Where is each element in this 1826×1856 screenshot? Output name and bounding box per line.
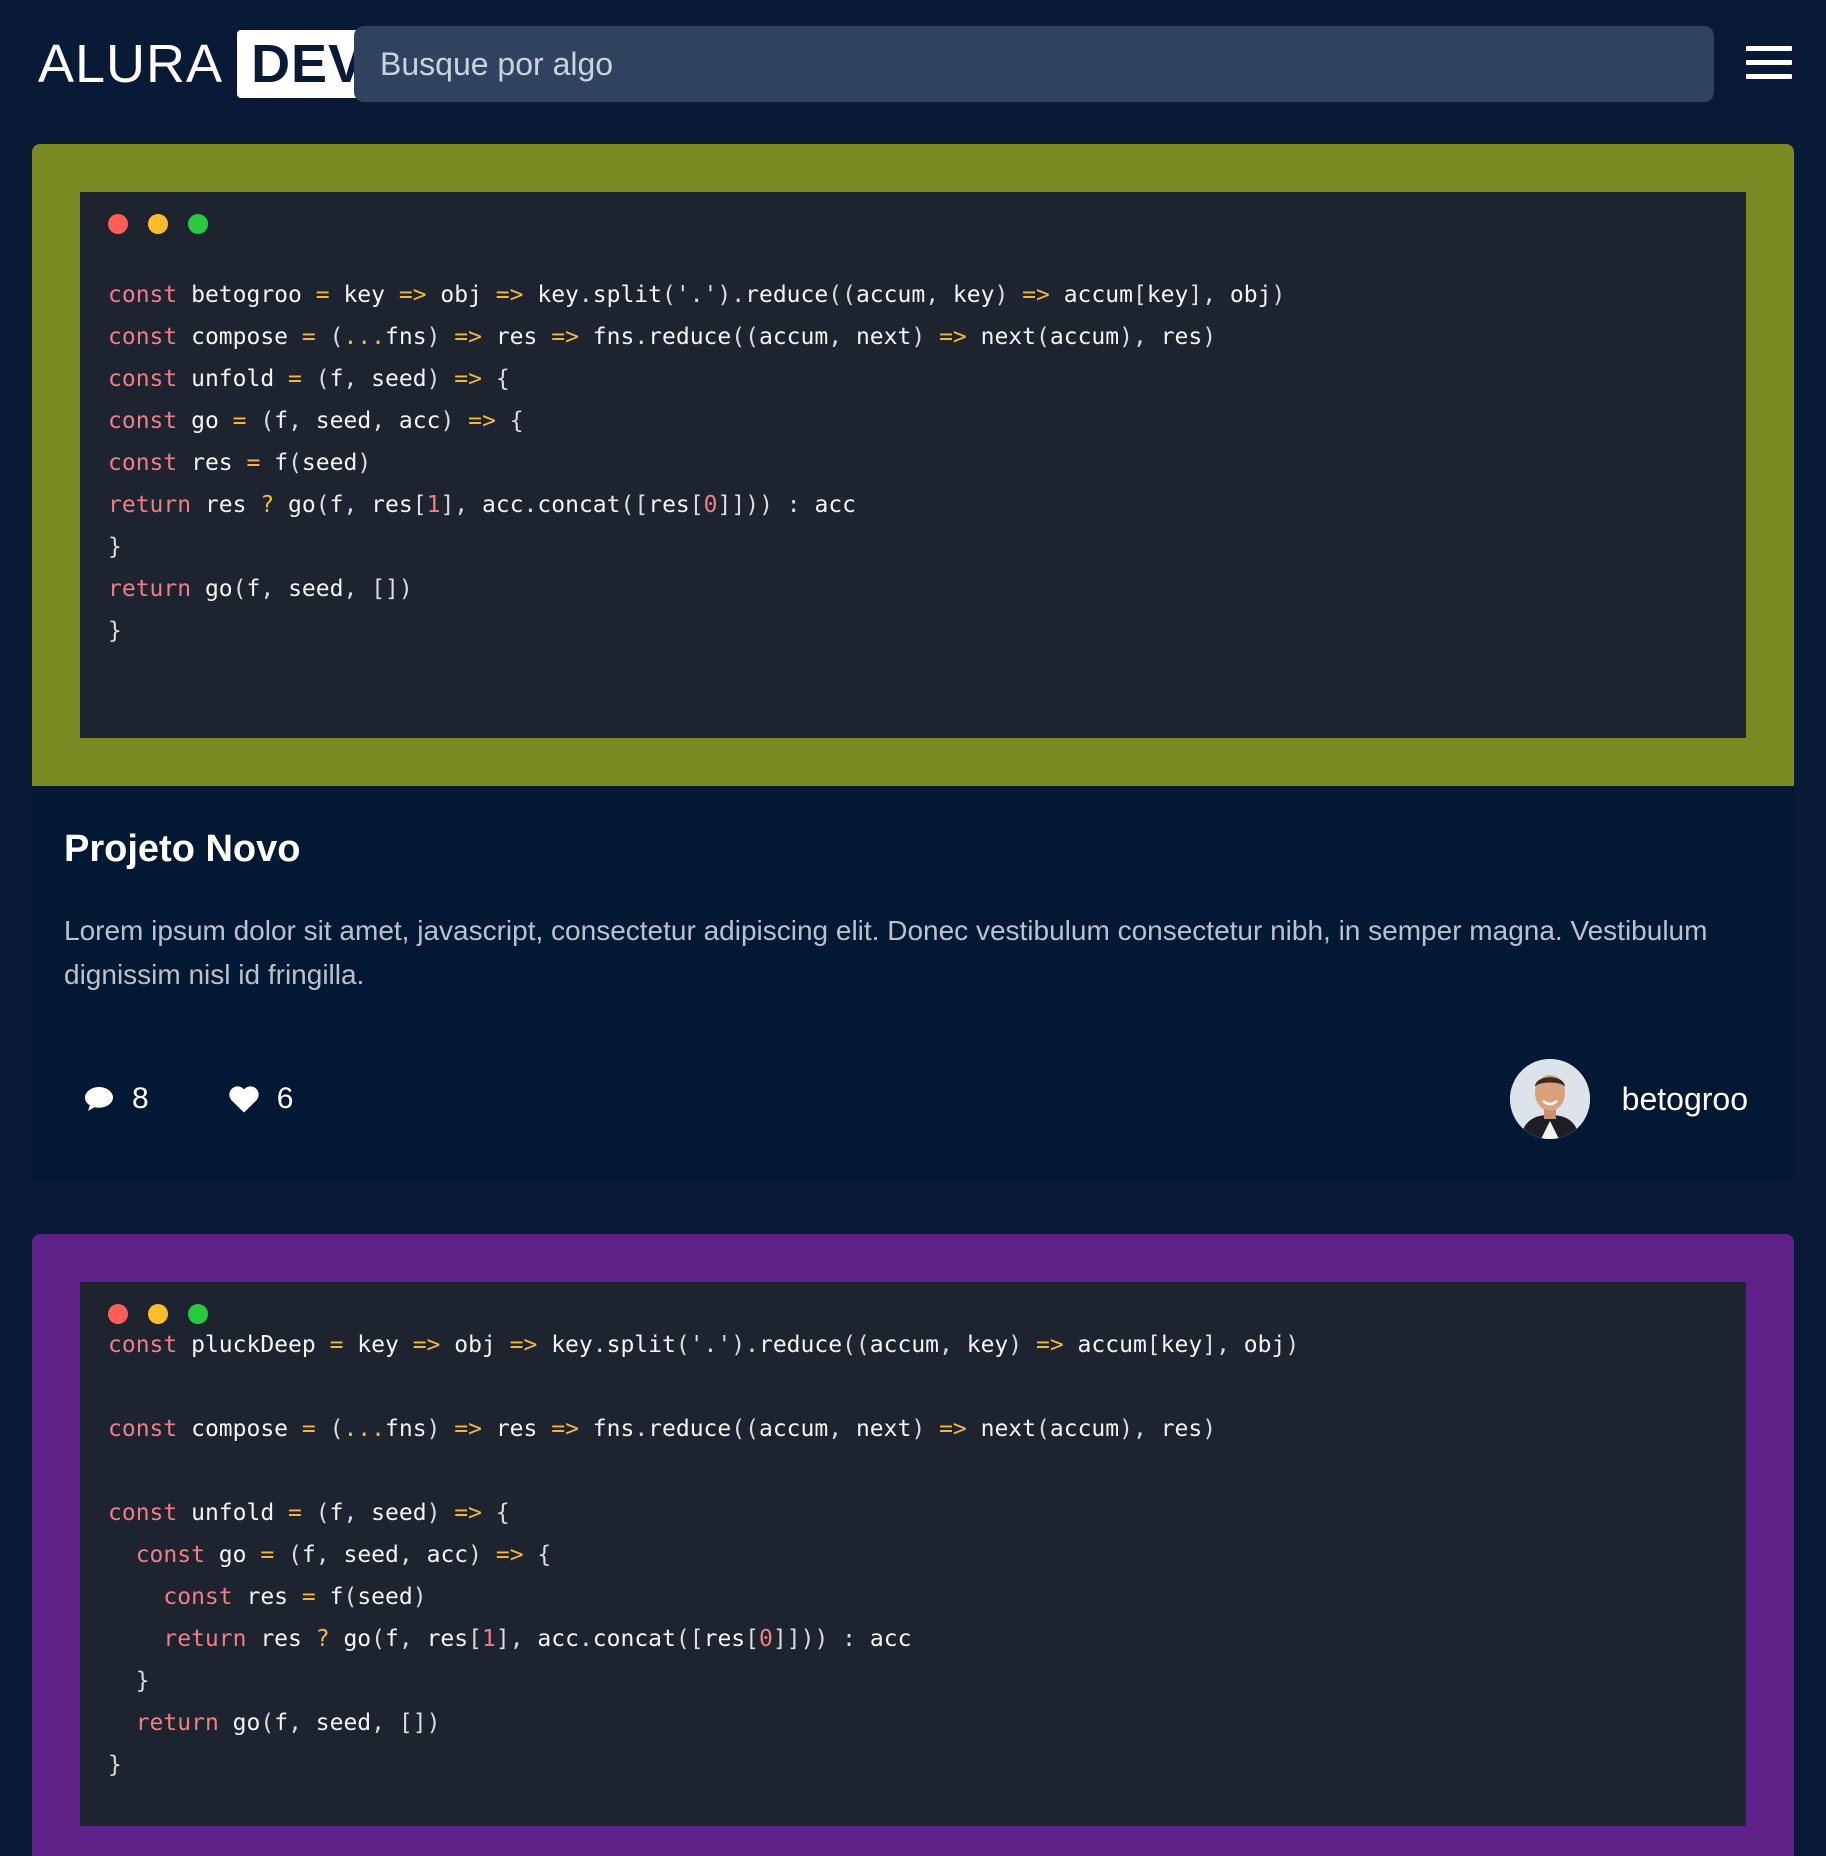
code-editor: const betogroo = key => obj => key.split… — [80, 192, 1746, 738]
minimize-dot-icon — [148, 1304, 168, 1324]
code-line: const res = f(seed) — [108, 450, 372, 476]
code-line: } — [135, 1668, 150, 1694]
code-line: const compose = (...fns) => res => fns.r… — [108, 324, 1217, 350]
search-bar[interactable] — [354, 26, 1714, 102]
code-line: const res = f(seed) — [163, 1584, 427, 1610]
code-line: const go = (f, seed, acc) => { — [108, 408, 524, 434]
code-line: const betogroo = key => obj => key.split… — [108, 282, 1286, 308]
code-preview-frame: const pluckDeep = key => obj => key.spli… — [32, 1234, 1794, 1856]
author-avatar — [1509, 1059, 1590, 1139]
heart-icon — [229, 1085, 259, 1112]
post-footer: 8 6 betogroo — [64, 1057, 1762, 1141]
author-profile[interactable]: betogroo — [1509, 1059, 1762, 1139]
code-line: return go(f, seed, []) — [135, 1710, 441, 1736]
avatar-photo — [1509, 1059, 1590, 1139]
likes-count: 6 — [276, 1082, 294, 1115]
code-editor: const pluckDeep = key => obj => key.spli… — [80, 1282, 1746, 1826]
post-card[interactable]: const betogroo = key => obj => key.split… — [32, 144, 1794, 1181]
post-description: Lorem ipsum dolor sit amet, javascript, … — [64, 915, 1708, 990]
post-stats: 8 6 — [64, 1082, 373, 1116]
minimize-dot-icon — [148, 214, 168, 234]
maximize-dot-icon — [188, 1304, 208, 1324]
code-line: return res ? go(f, res[1], acc.concat([r… — [163, 1626, 912, 1652]
comments-count: 8 — [132, 1082, 149, 1115]
code-line: } — [108, 618, 122, 644]
post-card[interactable]: const pluckDeep = key => obj => key.spli… — [32, 1234, 1794, 1856]
code-line: return res ? go(f, res[1], acc.concat([r… — [108, 492, 857, 518]
logo-alura-text: ALURA — [38, 34, 224, 94]
post-details: Projeto Novo Lorem ipsum dolor sit amet,… — [32, 786, 1794, 1181]
code-line: } — [108, 1752, 122, 1778]
code-line: const compose = (...fns) => res => fns.r… — [108, 1416, 1217, 1442]
code-block: const betogroo = key => obj => key.split… — [108, 274, 1718, 652]
menu-line — [1746, 60, 1792, 65]
search-input[interactable] — [378, 44, 1690, 84]
menu-line — [1746, 46, 1792, 51]
author-name: betogroo — [1621, 1080, 1748, 1117]
close-dot-icon — [108, 214, 128, 234]
code-line: const unfold = (f, seed) => { — [108, 1500, 510, 1526]
code-line: return go(f, seed, []) — [108, 576, 413, 602]
top-bar: ALURA DEV — [0, 0, 1826, 130]
close-dot-icon — [108, 1304, 128, 1324]
code-block: const pluckDeep = key => obj => key.spli… — [108, 1324, 1718, 1786]
menu-line — [1746, 74, 1792, 79]
window-controls — [108, 214, 1718, 234]
maximize-dot-icon — [188, 214, 208, 234]
code-line: } — [108, 534, 122, 560]
like-button[interactable]: 6 — [229, 1082, 294, 1116]
comment-bubble-icon — [85, 1087, 113, 1111]
code-preview-frame: const betogroo = key => obj => key.split… — [32, 144, 1794, 786]
window-controls — [108, 1304, 1718, 1324]
code-line: const go = (f, seed, acc) => { — [135, 1542, 552, 1568]
code-line: const unfold = (f, seed) => { — [108, 366, 510, 392]
hamburger-menu-icon[interactable] — [1746, 46, 1792, 80]
comments-button[interactable]: 8 — [84, 1082, 149, 1116]
code-line: const pluckDeep = key => obj => key.spli… — [108, 1332, 1300, 1358]
post-title: Projeto Novo — [64, 828, 301, 870]
alura-dev-logo[interactable]: ALURA DEV — [38, 30, 380, 98]
